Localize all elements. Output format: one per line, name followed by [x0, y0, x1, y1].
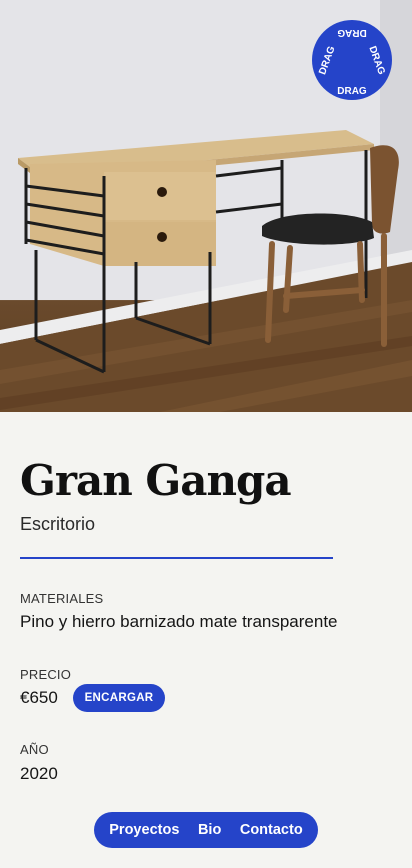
svg-text:DRAG: DRAG [317, 45, 337, 77]
materials-value: Pino y hierro barnizado mate transparent… [20, 612, 338, 631]
product-title: Gran Ganga [20, 456, 292, 505]
bottom-nav: Proyectos Bio Contacto [94, 812, 318, 848]
price-value: €650 [20, 688, 58, 707]
svg-text:DRAG: DRAG [337, 27, 367, 38]
nav-item-proyectos[interactable]: Proyectos [109, 822, 179, 838]
product-hero-image[interactable]: DRAG DRAG DRAG DRAG [0, 0, 412, 412]
year-value: 2020 [20, 764, 58, 783]
materials-label: MATERIALES [20, 591, 104, 606]
drag-badge-text-icon: DRAG DRAG DRAG DRAG [317, 27, 387, 97]
divider [20, 557, 333, 559]
svg-text:DRAG: DRAG [337, 86, 367, 97]
nav-item-bio[interactable]: Bio [198, 822, 221, 838]
price-label: PRECIO [20, 667, 72, 682]
drag-badge[interactable]: DRAG DRAG DRAG DRAG [312, 20, 392, 100]
svg-text:DRAG: DRAG [366, 45, 386, 77]
nav-item-contacto[interactable]: Contacto [240, 822, 303, 838]
year-label: AÑO [20, 742, 49, 757]
product-category: Escritorio [20, 514, 96, 534]
order-button[interactable]: ENCARGAR [73, 684, 165, 712]
